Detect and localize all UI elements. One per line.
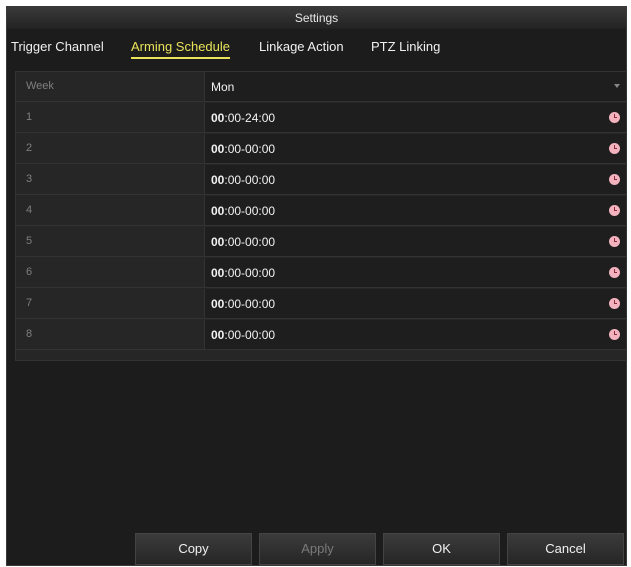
schedule-row: 3 00:00-00:00 (16, 165, 626, 195)
schedule-time-hour: 00 (211, 235, 225, 249)
tab-trigger-channel[interactable]: Trigger Channel (11, 39, 104, 54)
clock-icon[interactable] (609, 112, 620, 123)
schedule-time-rest: :00-00:00 (224, 173, 276, 187)
schedule-time-rest: :00-00:00 (224, 266, 276, 280)
cancel-button[interactable]: Cancel (507, 533, 624, 565)
tab-linkage-action[interactable]: Linkage Action (259, 39, 344, 54)
schedule-time-field[interactable]: 00:00-00:00 (204, 134, 626, 163)
button-bar: Copy Apply OK Cancel (7, 533, 626, 567)
schedule-time-field[interactable]: 00:00-00:00 (204, 320, 626, 349)
clock-icon[interactable] (609, 267, 620, 278)
schedule-time-rest: :00-00:00 (224, 142, 276, 156)
schedule-row-index: 4 (26, 204, 33, 216)
schedule-time-value: 00:00-00:00 (211, 204, 275, 218)
schedule-time-field[interactable]: 00:00-00:00 (204, 289, 626, 318)
schedule-row: 4 00:00-00:00 (16, 196, 626, 226)
week-value: Mon (211, 80, 235, 94)
schedule-row: 6 00:00-00:00 (16, 258, 626, 288)
clock-icon[interactable] (609, 329, 620, 340)
week-select[interactable]: Mon (204, 72, 626, 101)
schedule-row-index: 3 (26, 173, 33, 185)
schedule-time-hour: 00 (211, 142, 225, 156)
schedule-time-value: 00:00-00:00 (211, 297, 275, 311)
schedule-row-index: 1 (26, 111, 33, 123)
schedule-time-hour: 00 (211, 328, 225, 342)
clock-icon[interactable] (609, 236, 620, 247)
schedule-time-rest: :00-24:00 (224, 111, 276, 125)
dropdown-arrow-icon[interactable] (614, 84, 620, 88)
schedule-time-field[interactable]: 00:00-00:00 (204, 165, 626, 194)
schedule-time-rest: :00-00:00 (224, 328, 276, 342)
schedule-row-index: 2 (26, 142, 33, 154)
schedule-time-hour: 00 (211, 297, 225, 311)
clock-icon[interactable] (609, 298, 620, 309)
schedule-time-rest: :00-00:00 (224, 204, 276, 218)
tab-bar: Trigger Channel Arming Schedule Linkage … (7, 33, 626, 65)
settings-dialog: Settings Trigger Channel Arming Schedule… (6, 6, 627, 566)
schedule-row: 2 00:00-00:00 (16, 134, 626, 164)
schedule-row: 5 00:00-00:00 (16, 227, 626, 257)
schedule-row: 7 00:00-00:00 (16, 289, 626, 319)
ok-button[interactable]: OK (383, 533, 500, 565)
schedule-time-value: 00:00-00:00 (211, 328, 275, 342)
schedule-time-rest: :00-00:00 (224, 235, 276, 249)
clock-icon[interactable] (609, 174, 620, 185)
schedule-time-value: 00:00-00:00 (211, 235, 275, 249)
apply-button[interactable]: Apply (259, 533, 376, 565)
schedule-table: Week Mon 1 00:00-24:00 2 00:00-00:00 3 00:00-… (15, 71, 627, 361)
schedule-row-index: 6 (26, 266, 33, 278)
schedule-row: 1 00:00-24:00 (16, 103, 626, 133)
tab-ptz-linking[interactable]: PTZ Linking (371, 39, 440, 54)
clock-icon[interactable] (609, 143, 620, 154)
week-label: Week (26, 80, 54, 92)
schedule-time-hour: 00 (211, 173, 225, 187)
schedule-row-index: 8 (26, 328, 33, 340)
schedule-time-value: 00:00-00:00 (211, 142, 275, 156)
clock-icon[interactable] (609, 205, 620, 216)
schedule-time-value: 00:00-24:00 (211, 111, 275, 125)
schedule-time-hour: 00 (211, 266, 225, 280)
schedule-time-field[interactable]: 00:00-00:00 (204, 196, 626, 225)
schedule-time-field[interactable]: 00:00-00:00 (204, 227, 626, 256)
schedule-time-rest: :00-00:00 (224, 297, 276, 311)
week-row: Week Mon (16, 72, 626, 102)
schedule-row: 8 00:00-00:00 (16, 320, 626, 350)
schedule-time-value: 00:00-00:00 (211, 266, 275, 280)
window-title: Settings (7, 7, 626, 29)
schedule-time-hour: 00 (211, 111, 225, 125)
tab-arming-schedule[interactable]: Arming Schedule (131, 39, 230, 59)
schedule-row-index: 7 (26, 297, 33, 309)
schedule-row-index: 5 (26, 235, 33, 247)
schedule-time-value: 00:00-00:00 (211, 173, 275, 187)
schedule-time-field[interactable]: 00:00-00:00 (204, 258, 626, 287)
schedule-time-field[interactable]: 00:00-24:00 (204, 103, 626, 132)
copy-button[interactable]: Copy (135, 533, 252, 565)
schedule-time-hour: 00 (211, 204, 225, 218)
